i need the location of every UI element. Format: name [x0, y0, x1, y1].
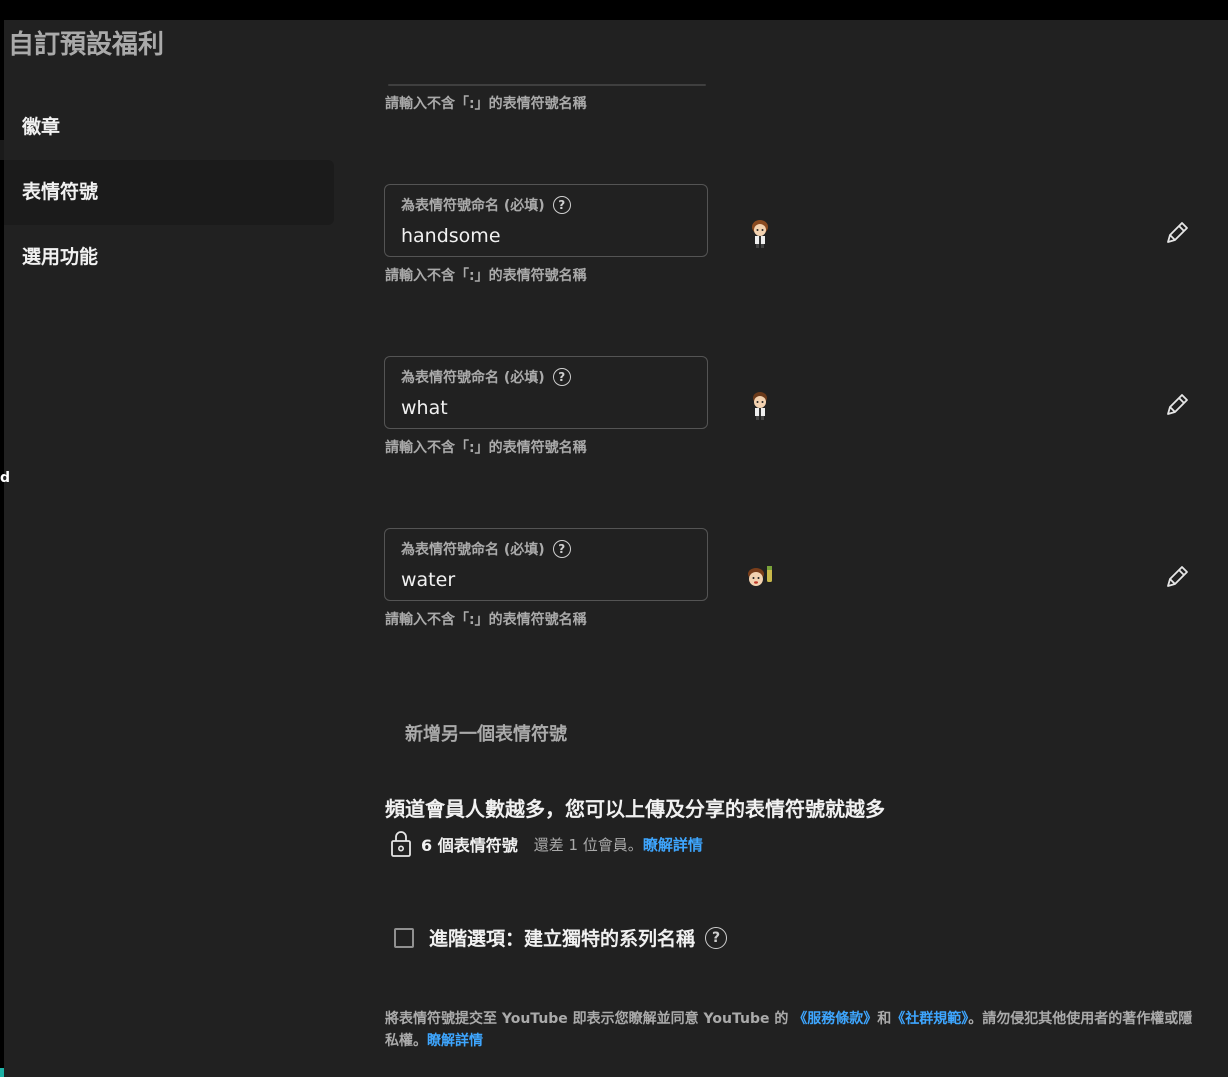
- previous-field-border: [388, 84, 706, 86]
- lock-icon: [391, 831, 411, 857]
- sidebar: 徽章 表情符號 選用功能: [4, 95, 334, 290]
- edge-text-fragment: d: [0, 470, 11, 486]
- pencil-icon[interactable]: [1162, 218, 1192, 248]
- emoji-name-value[interactable]: handsome: [401, 225, 501, 247]
- page-title: 自訂預設福利: [8, 30, 165, 60]
- help-icon[interactable]: ?: [552, 540, 571, 558]
- legal-notice: 將表情符號提交至 YouTube 即表示您瞭解並同意 YouTube 的 《服務…: [385, 1008, 1205, 1052]
- sidebar-item-badges[interactable]: 徽章: [4, 95, 334, 160]
- members-heading: 頻道會員人數越多，您可以上傳及分享的表情符號就越多: [385, 797, 885, 821]
- emoji-name-hint: 請輸入不含「:」的表情符號名稱: [385, 440, 587, 456]
- sidebar-item-optional-features[interactable]: 選用功能: [4, 225, 334, 290]
- community-guidelines-link[interactable]: 《社群規範》: [891, 1011, 968, 1027]
- field-label: 為表情符號命名 (必填) ?: [401, 195, 571, 215]
- emoji-name-value[interactable]: water: [401, 569, 455, 591]
- help-icon[interactable]: ?: [705, 926, 728, 949]
- cartoon-person-icon: [753, 392, 767, 420]
- field-label-text: 為表情符號命名 (必填): [401, 542, 545, 558]
- help-icon[interactable]: ?: [552, 196, 571, 214]
- emoji-name-field[interactable]: 為表情符號命名 (必填) ? what: [384, 356, 708, 429]
- advanced-option-label: 進階選項：建立獨特的系列名稱: [429, 928, 696, 950]
- cartoon-face-water-icon: [748, 566, 772, 586]
- emoji-limit-count: 6 個表情符號: [421, 836, 518, 855]
- legal-and: 和: [877, 1011, 892, 1027]
- advanced-option-row: 進階選項：建立獨特的系列名稱 ?: [394, 924, 728, 951]
- members-remaining: 還差 1 位會員。瞭解詳情: [534, 834, 703, 855]
- perks-panel: 自訂預設福利 徽章 表情符號 選用功能 請輸入不含「:」的表情符號名稱 為表情符…: [4, 20, 1228, 1077]
- learn-more-link[interactable]: 瞭解詳情: [427, 1033, 483, 1049]
- edge-accent: [0, 1068, 4, 1077]
- edge-divider: [0, 140, 4, 160]
- emoji-name-field[interactable]: 為表情符號命名 (必填) ? handsome: [384, 184, 708, 257]
- emoji-name-field[interactable]: 為表情符號命名 (必填) ? water: [384, 528, 708, 601]
- pencil-icon[interactable]: [1162, 562, 1192, 592]
- cartoon-person-icon: [752, 220, 768, 248]
- emoji-limit-row: 6 個表情符號 還差 1 位會員。瞭解詳情: [389, 830, 703, 858]
- sidebar-item-emojis[interactable]: 表情符號: [4, 160, 334, 225]
- members-remaining-text: 還差 1 位會員。: [533, 835, 643, 854]
- field-label: 為表情符號命名 (必填) ?: [401, 539, 571, 559]
- add-emoji-button[interactable]: 新增另一個表情符號: [405, 720, 567, 746]
- emoji-name-hint: 請輸入不含「:」的表情符號名稱: [385, 612, 587, 628]
- field-label-text: 為表情符號命名 (必填): [401, 370, 545, 386]
- emoji-name-hint: 請輸入不含「:」的表情符號名稱: [385, 268, 587, 284]
- field-label: 為表情符號命名 (必填) ?: [401, 367, 571, 387]
- help-icon[interactable]: ?: [552, 368, 571, 386]
- learn-more-link[interactable]: 瞭解詳情: [643, 836, 703, 854]
- terms-of-service-link[interactable]: 《服務條款》: [793, 1011, 877, 1027]
- emoji-name-value[interactable]: what: [401, 397, 448, 419]
- legal-text: 將表情符號提交至 YouTube 即表示您瞭解並同意 YouTube 的: [385, 1011, 789, 1027]
- field-label-text: 為表情符號命名 (必填): [401, 198, 545, 214]
- pencil-icon[interactable]: [1162, 390, 1192, 420]
- emoji-name-hint: 請輸入不含「:」的表情符號名稱: [385, 96, 587, 112]
- advanced-option-checkbox[interactable]: [394, 927, 414, 948]
